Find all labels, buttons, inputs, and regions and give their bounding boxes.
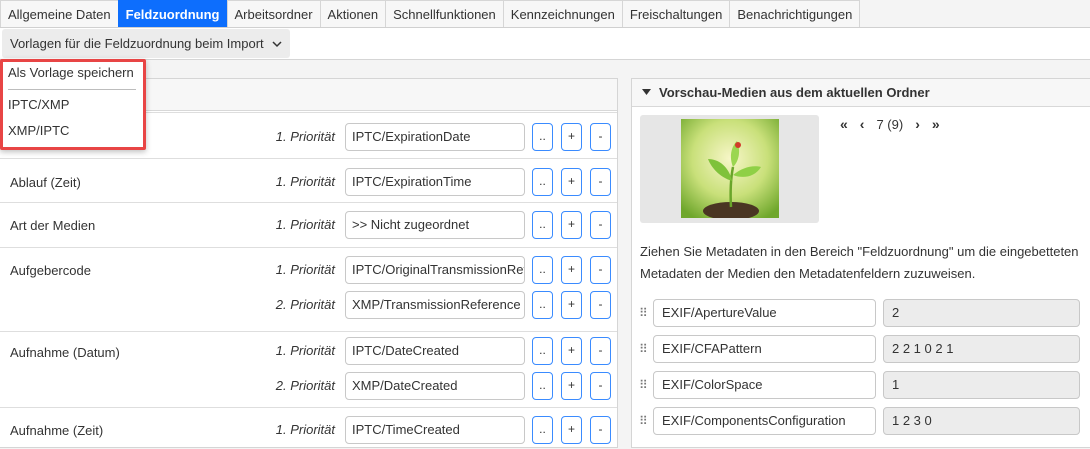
templates-dropdown-button[interactable]: Vorlagen für die Feldzuordnung beim Impo… [2, 29, 290, 58]
metadata-value: 2 2 1 0 2 1 [883, 335, 1080, 363]
caret-down-icon [642, 89, 651, 95]
priority-label: 2. Priorität [275, 297, 335, 312]
mapping-field[interactable]: >> Nicht zugeordnet [345, 211, 525, 239]
metadata-key[interactable]: EXIF/ColorSpace [653, 371, 876, 399]
tab-benachrichtigungen[interactable]: Benachrichtigungen [729, 0, 861, 27]
menu-item-xmp-iptc[interactable]: XMP/IPTC [8, 123, 69, 138]
remove-button[interactable]: - [590, 416, 611, 444]
browse-button[interactable]: .. [532, 211, 553, 239]
priority-label: 1. Priorität [275, 262, 335, 277]
add-button[interactable]: + [561, 416, 582, 444]
browse-button[interactable]: .. [532, 256, 553, 284]
add-button[interactable]: + [561, 337, 582, 365]
add-button[interactable]: + [561, 256, 582, 284]
preview-title: Vorschau-Medien aus dem aktuellen Ordner [659, 85, 930, 100]
browse-button[interactable]: .. [532, 372, 553, 400]
metadata-key[interactable]: EXIF/CFAPattern [653, 335, 876, 363]
tab-freischaltungen[interactable]: Freischaltungen [621, 0, 731, 27]
drag-handle-icon[interactable]: ⠿ [639, 341, 648, 357]
priority-line: 1. Priorität IPTC/OriginalTransmissionRe… [0, 256, 617, 284]
menu-divider [8, 89, 136, 90]
menu-item-save-as-template[interactable]: Als Vorlage speichern [8, 65, 134, 80]
remove-button[interactable]: - [590, 291, 611, 319]
remove-button[interactable]: - [590, 123, 611, 151]
browse-button[interactable]: .. [532, 123, 553, 151]
mapping-field[interactable]: IPTC/ExpirationTime [345, 168, 525, 196]
priority-label: 1. Priorität [275, 129, 335, 144]
field-row: Aufnahme (Zeit) 1. Priorität IPTC/TimeCr… [0, 407, 617, 449]
priority-line: 2. Priorität XMP/TransmissionReference .… [0, 291, 617, 319]
last-page-icon[interactable]: » [932, 116, 940, 132]
preview-pager: « ‹ 7 (9) › » [840, 115, 940, 133]
preview-media-panel: Vorschau-Medien aus dem aktuellen Ordner [631, 78, 1090, 448]
metadata-row[interactable]: ⠿ EXIF/CFAPattern 2 2 1 0 2 1 [632, 335, 1090, 363]
mapping-field[interactable]: XMP/TransmissionReference [345, 291, 525, 319]
remove-button[interactable]: - [590, 337, 611, 365]
remove-button[interactable]: - [590, 168, 611, 196]
remove-button[interactable]: - [590, 211, 611, 239]
drag-hint: Ziehen Sie Metadaten in den Bereich "Fel… [640, 244, 1079, 281]
remove-button[interactable]: - [590, 256, 611, 284]
mapping-field[interactable]: IPTC/TimeCreated [345, 416, 525, 444]
mapping-field[interactable]: IPTC/ExpirationDate [345, 123, 525, 151]
page-indicator: 7 (9) [876, 116, 904, 132]
remove-button[interactable]: - [590, 372, 611, 400]
priority-line: 2. Priorität XMP/DateCreated .. + - [0, 372, 617, 400]
add-button[interactable]: + [561, 211, 582, 239]
browse-button[interactable]: .. [532, 337, 553, 365]
plant-sprout-image [681, 119, 779, 218]
previous-page-icon[interactable]: ‹ [860, 116, 865, 132]
drag-handle-icon[interactable]: ⠿ [639, 305, 648, 321]
add-button[interactable]: + [561, 372, 582, 400]
browse-button[interactable]: .. [532, 416, 553, 444]
metadata-row[interactable]: ⠿ EXIF/ComponentsConfiguration 1 2 3 0 [632, 407, 1090, 435]
metadata-key[interactable]: EXIF/ComponentsConfiguration [653, 407, 876, 435]
priority-line: 1. Priorität IPTC/DateCreated .. + - [0, 337, 617, 365]
metadata-value: 2 [883, 299, 1080, 327]
priority-line: 1. Priorität IPTC/TimeCreated .. + - [0, 416, 617, 444]
drag-handle-icon[interactable]: ⠿ [639, 377, 648, 393]
metadata-row[interactable]: ⠿ EXIF/ColorSpace 1 [632, 371, 1090, 399]
first-page-icon[interactable]: « [840, 116, 848, 132]
browse-button[interactable]: .. [532, 291, 553, 319]
priority-label: 1. Priorität [275, 174, 335, 189]
preview-media-header[interactable]: Vorschau-Medien aus dem aktuellen Ordner [632, 79, 1090, 107]
add-button[interactable]: + [561, 291, 582, 319]
tab-bar: Allgemeine Daten Feldzuordnung Arbeitsor… [0, 0, 1090, 28]
priority-line: 1. Priorität IPTC/ExpirationTime .. + - [0, 168, 617, 196]
metadata-value: 1 2 3 0 [883, 407, 1080, 435]
field-row: Art der Medien 1. Priorität >> Nicht zug… [0, 202, 617, 247]
next-page-icon[interactable]: › [915, 116, 920, 132]
add-button[interactable]: + [561, 123, 582, 151]
drag-handle-icon[interactable]: ⠿ [639, 413, 648, 429]
field-row: Aufnahme (Datum) 1. Priorität IPTC/DateC… [0, 331, 617, 407]
tab-schnellfunktionen[interactable]: Schnellfunktionen [385, 0, 504, 27]
metadata-row[interactable]: ⠿ EXIF/ApertureValue 2 [632, 299, 1090, 327]
priority-label: 1. Priorität [275, 343, 335, 358]
field-row: Aufgebercode 1. Priorität IPTC/OriginalT… [0, 247, 617, 331]
templates-toolbar: Vorlagen für die Feldzuordnung beim Impo… [0, 28, 1090, 60]
priority-label: 1. Priorität [275, 217, 335, 232]
mapping-field[interactable]: IPTC/OriginalTransmissionReference [345, 256, 525, 284]
tab-allgemeine-daten[interactable]: Allgemeine Daten [0, 0, 119, 27]
metadata-key[interactable]: EXIF/ApertureValue [653, 299, 876, 327]
tab-aktionen[interactable]: Aktionen [319, 0, 387, 27]
menu-item-iptc-xmp[interactable]: IPTC/XMP [8, 97, 69, 112]
priority-label: 1. Priorität [275, 422, 335, 437]
priority-label: 2. Priorität [275, 378, 335, 393]
browse-button[interactable]: .. [532, 168, 553, 196]
add-button[interactable]: + [561, 168, 582, 196]
tab-arbeitsordner[interactable]: Arbeitsordner [226, 0, 321, 27]
tab-feldzuordnung[interactable]: Feldzuordnung [117, 0, 228, 27]
templates-dropdown-menu: Als Vorlage speichern IPTC/XMP XMP/IPTC [0, 59, 146, 150]
priority-line: 1. Priorität >> Nicht zugeordnet .. + - [0, 211, 617, 239]
metadata-value: 1 [883, 371, 1080, 399]
mapping-field[interactable]: XMP/DateCreated [345, 372, 525, 400]
field-row: Ablauf (Zeit) 1. Priorität IPTC/Expirati… [0, 158, 617, 202]
templates-label: Vorlagen für die Feldzuordnung beim Impo… [10, 36, 264, 51]
chevron-down-icon [272, 40, 282, 47]
mapping-field[interactable]: IPTC/DateCreated [345, 337, 525, 365]
preview-thumbnail[interactable] [640, 115, 819, 223]
tab-kennzeichnungen[interactable]: Kennzeichnungen [502, 0, 623, 27]
